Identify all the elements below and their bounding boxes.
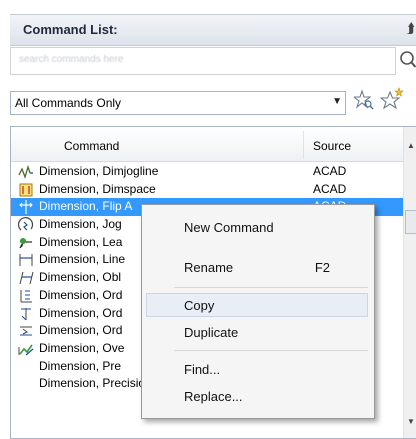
command-cell: Dimension, Lea <box>39 234 123 249</box>
column-header-source[interactable]: Source <box>313 139 351 153</box>
dimjogline-icon <box>18 164 34 180</box>
menu-hover-highlight <box>146 293 368 317</box>
search-input[interactable]: search commands here <box>10 47 396 75</box>
source-cell: ACAD <box>313 164 347 178</box>
command-cell: Dimension, Ord <box>39 305 123 320</box>
menu-item-copy[interactable]: Copy <box>184 298 214 313</box>
command-cell: Dimension, Ove <box>39 340 125 355</box>
search-placeholder: search commands here <box>19 54 124 65</box>
jogged-icon <box>17 217 34 233</box>
command-cell: Dimension, Flip A <box>39 199 133 214</box>
search-icon[interactable] <box>399 50 416 72</box>
command-cell: Dimension, Jog <box>39 217 122 232</box>
double-chevron-up-icon[interactable]: ⮭ <box>407 20 415 37</box>
dimspace-icon <box>18 182 34 198</box>
command-cell: Dimension, Dimspace <box>39 181 156 196</box>
menu-separator <box>174 287 368 288</box>
rename-shortcut: F2 <box>314 260 330 275</box>
flip-arrow-icon <box>18 199 34 215</box>
menu-separator <box>174 350 368 351</box>
dropdown-arrow-icon: ▼ <box>332 96 342 107</box>
scroll-down-icon[interactable]: ▼ <box>407 417 415 426</box>
panel-titlebar: Command List: ⮭ <box>10 14 416 46</box>
command-cell: Dimension, Ord <box>39 287 123 302</box>
source-cell: ACAD <box>313 181 347 196</box>
menu-item-replace[interactable]: Replace... <box>184 389 243 404</box>
command-list-panel: Command List: ⮭ search commands here All… <box>0 0 416 439</box>
leader-icon <box>18 235 34 251</box>
filter-selected-value: All Commands Only <box>15 96 122 110</box>
menu-item-rename[interactable]: Rename <box>184 260 233 275</box>
panel-title: Command List: <box>23 22 118 37</box>
table-row[interactable]: Dimension, Dimjogline ACAD <box>11 163 403 181</box>
command-cell: Dimension, Pre <box>39 358 122 373</box>
command-cell: Dimension, Dimjogline <box>39 164 159 178</box>
menu-item-duplicate[interactable]: Duplicate <box>184 325 238 340</box>
scrollbar-thumb[interactable] <box>405 210 416 234</box>
command-filter-dropdown[interactable]: All Commands Only ▼ <box>10 91 346 115</box>
override-icon <box>18 341 34 357</box>
ordinate-y-icon <box>18 323 34 339</box>
ordinate-x-icon <box>18 306 34 322</box>
vertical-scrollbar[interactable]: ▲ ▼ <box>403 127 416 438</box>
command-cell: Dimension, Ord <box>39 323 123 338</box>
linear-icon <box>18 252 34 268</box>
command-cell: Dimension, Obl <box>39 270 122 285</box>
star-search-icon[interactable] <box>354 89 374 111</box>
scroll-up-icon[interactable]: ▲ <box>407 141 415 150</box>
column-divider[interactable] <box>303 131 304 159</box>
table-header: Command Source <box>11 127 416 162</box>
table-row[interactable]: Dimension, Dimspace ACAD <box>11 181 403 199</box>
command-cell: Dimension, Line <box>39 252 126 267</box>
column-header-command[interactable]: Command <box>64 139 119 153</box>
context-menu: New Command Rename F2 Copy Duplicate Fin… <box>141 204 375 419</box>
menu-item-new-command[interactable]: New Command <box>184 220 274 235</box>
menu-item-find[interactable]: Find... <box>184 362 220 377</box>
oblique-icon <box>18 270 34 286</box>
new-star-icon[interactable] <box>380 87 404 111</box>
ordinate-icon <box>18 288 34 304</box>
